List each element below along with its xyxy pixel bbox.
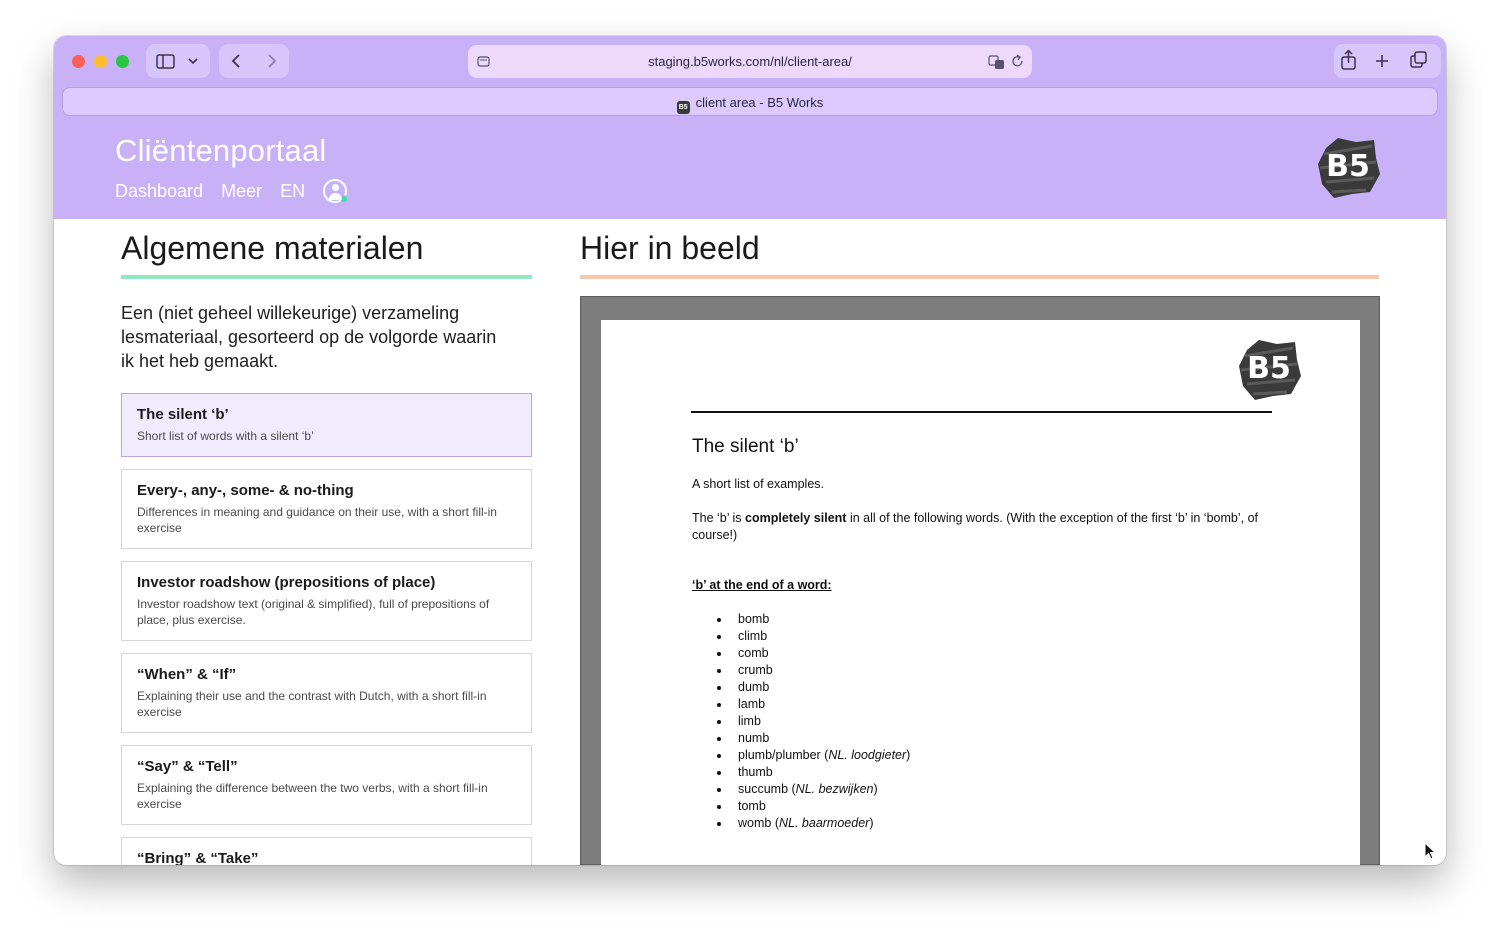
site-title: Cliëntenportaal [115,133,327,168]
document-title: The silent ‘b’ [692,436,799,457]
reload-icon[interactable] [1011,54,1025,69]
word: comb [738,646,769,660]
document-logo-text: B5 [1247,350,1291,386]
zoom-window-button[interactable] [116,55,129,68]
tab-title: client area - B5 Works [695,95,824,110]
card-title: The silent ‘b’ [137,406,229,423]
tab-overview-icon[interactable] [1410,51,1427,68]
browser-window: staging.b5works.com/nl/client-area/ B5 c… [54,36,1446,865]
material-card[interactable]: The silent ‘b’ Short list of words with … [121,393,532,457]
b5-logo[interactable]: B5 [1316,134,1380,198]
word-item: limb [716,713,910,730]
card-title: “Say” & “Tell” [137,758,238,775]
paragraph-emphasis: completely silent [745,511,847,525]
word: womb [738,816,772,830]
word: tomb [738,799,766,813]
url-text: staging.b5works.com/nl/client-area/ [648,54,852,69]
word: limb [738,714,761,728]
address-bar[interactable]: staging.b5works.com/nl/client-area/ [468,45,1032,78]
material-card[interactable]: “Say” & “Tell” Explaining the difference… [121,745,532,825]
account-icon[interactable] [323,179,349,203]
card-title: “Bring” & “Take” [137,850,259,865]
material-card[interactable]: Investor roadshow (prepositions of place… [121,561,532,641]
word-list: bomb climb comb crumb dumb lamb limb num… [716,611,911,832]
word: climb [738,629,768,643]
word-item: bomb [716,611,910,628]
card-description: Short list of words with a silent ‘b’ [137,429,314,443]
general-materials-section: Algemene materialen Een (niet geheel wil… [121,219,532,865]
word-item: tomb [716,798,910,815]
mouse-cursor-icon [1424,842,1437,860]
sidebar-icon [156,54,198,69]
nav-language-link[interactable]: EN [280,181,305,202]
close-window-button[interactable] [72,55,85,68]
word: thumb [738,765,773,779]
document-divider [691,411,1272,413]
navigation-buttons [219,44,289,78]
share-icon[interactable] [1341,49,1356,70]
section-heading: Algemene materialen [121,230,532,279]
word: succumb [738,782,789,796]
word: crumb [738,663,773,677]
card-description: Investor roadshow text (original & simpl… [137,597,490,627]
sidebar-toggle-button[interactable] [146,44,210,78]
word-item: plumb/plumber (NL. loodgieter) [716,748,911,762]
translate-icon[interactable] [988,54,1006,70]
b5-favicon-icon: B5 [676,101,690,114]
word: plumb/plumber [738,748,821,762]
new-tab-icon[interactable] [1376,55,1388,67]
document-subheading: ‘b’ at the end of a word: [692,578,832,592]
document-viewer[interactable]: B5 The silent ‘b’ A short list of exampl… [580,296,1380,865]
material-card[interactable]: “Bring” & “Take” [121,837,532,865]
word: numb [738,731,770,745]
active-tab[interactable]: B5 client area - B5 Works [62,87,1438,116]
word: bomb [738,612,770,626]
word-item: numb [716,730,910,747]
card-description: Explaining their use and the contrast wi… [137,689,487,719]
site-nav: Dashboard Meer EN [115,179,349,203]
word: dumb [738,680,770,694]
word-item: crumb [716,662,910,679]
document-paragraph: The ‘b’ is completely silent in all of t… [692,510,1272,544]
toolbar-right-icons [1341,49,1427,70]
word-item: climb [716,628,910,645]
material-card[interactable]: Every-, any-, some- & no-thing Differenc… [121,469,532,549]
word: lamb [738,697,766,711]
paragraph-text: The ‘b’ is [692,511,746,525]
word-item: womb (NL. baarmoeder) [716,815,910,832]
nav-dashboard-link[interactable]: Dashboard [115,181,203,202]
card-description: Differences in meaning and guidance on t… [137,505,497,535]
card-description: Explaining the difference between the tw… [137,781,488,811]
card-title: Every-, any-, some- & no-thing [137,482,354,499]
card-title: Investor roadshow (prepositions of place… [137,574,436,591]
section-intro: Een (niet geheel willekeurige) verzameli… [121,303,497,371]
browser-chrome: staging.b5works.com/nl/client-area/ B5 c… [54,36,1446,219]
document-b5-logo: B5 [1237,336,1301,400]
document-page: B5 The silent ‘b’ A short list of exampl… [601,320,1360,865]
card-title: “When” & “If” [137,666,237,683]
word-note: NL. bezwijken [795,782,874,796]
word-item: succumb (NL. bezwijken) [716,781,910,798]
document-intro: A short list of examples. [692,477,825,491]
minimize-window-button[interactable] [94,55,107,68]
back-forward-icons[interactable] [219,44,289,78]
nav-more-link[interactable]: Meer [221,181,262,202]
word-note: NL. baarmoeder [778,816,870,830]
word-item: thumb [716,764,910,781]
online-status-dot [340,195,349,203]
toolbar-right [1334,44,1441,78]
preview-section: Hier in beeld [580,219,1379,279]
b5-logo-text: B5 [1326,148,1370,184]
word-item: dumb [716,679,910,696]
word-item: comb [716,645,910,662]
section-heading: Hier in beeld [580,230,1379,279]
word-note: NL. loodgieter [828,748,907,762]
word-item: lamb [716,696,910,713]
material-card[interactable]: “When” & “If” Explaining their use and t… [121,653,532,733]
